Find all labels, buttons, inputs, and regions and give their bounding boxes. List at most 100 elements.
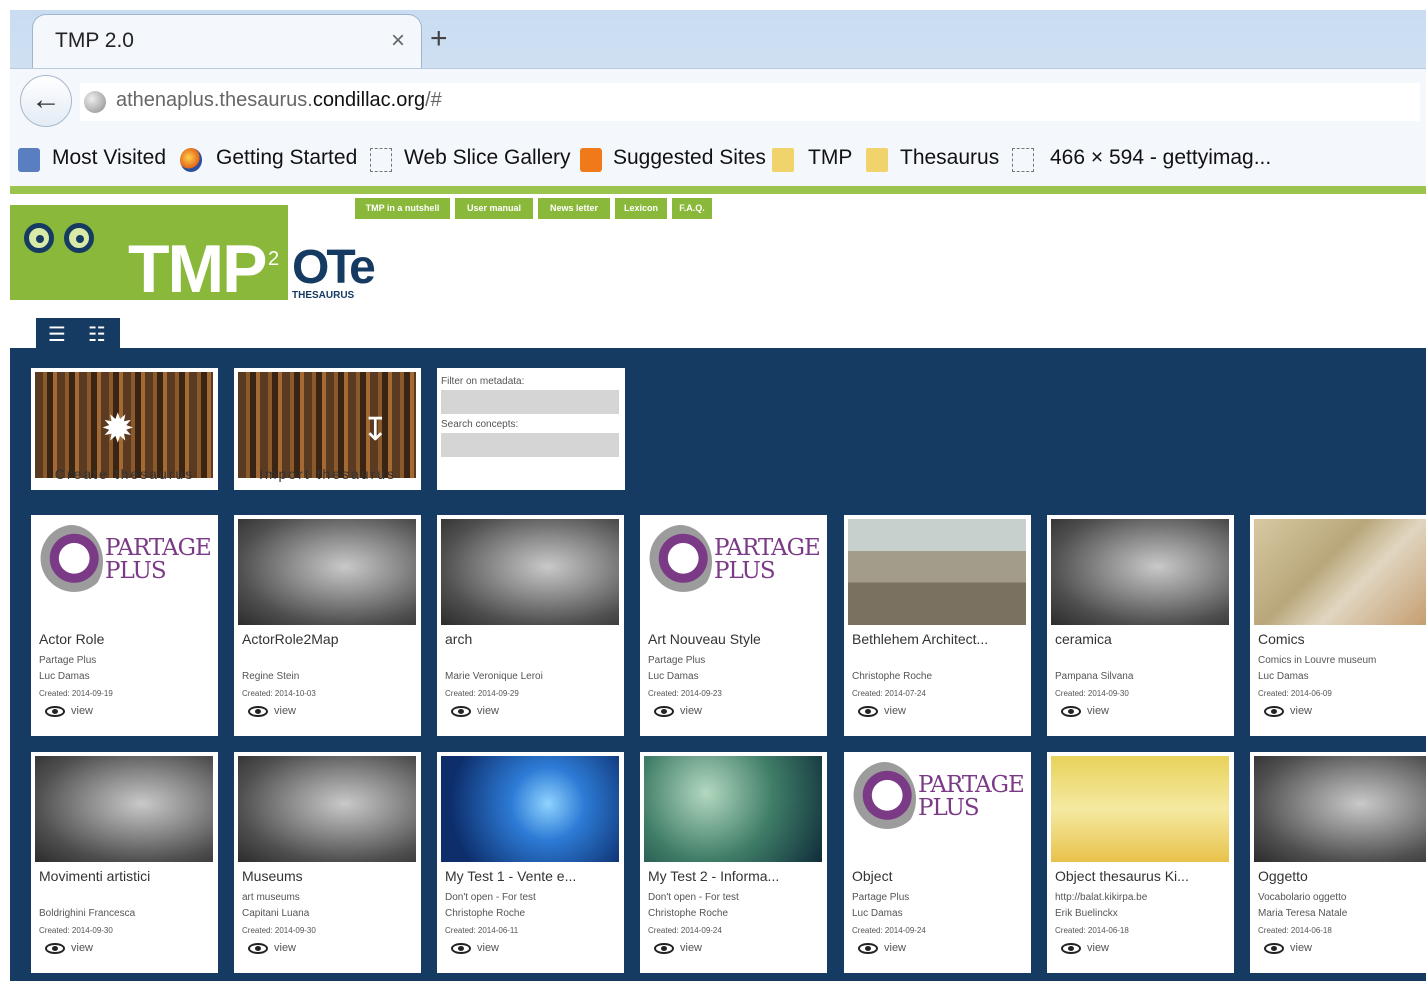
- bookmark-tmp[interactable]: TMP: [808, 146, 852, 170]
- url-text: athenaplus.thesaurus.condillac.org/#: [116, 89, 442, 111]
- view-link[interactable]: view: [858, 705, 906, 717]
- suggested-sites-icon: [580, 148, 602, 172]
- card-created-date: Created: 2014-09-23: [648, 689, 722, 698]
- filter-metadata-input[interactable]: [441, 390, 619, 414]
- thesaurus-card[interactable]: Museums art museums Capitani Luana Created:…: [234, 752, 421, 973]
- menu-faq[interactable]: F.A.Q.: [672, 198, 712, 219]
- card-created-date: Created: 2014-09-24: [648, 926, 722, 935]
- create-thesaurus-tile[interactable]: ✹ Create thesaurus: [31, 368, 218, 490]
- eye-icon: [248, 705, 268, 717]
- thesaurus-card[interactable]: Oggetto Vocabolario oggetto Maria Teresa N…: [1250, 752, 1426, 973]
- browser-tab[interactable]: TMP 2.0 ×: [32, 14, 422, 68]
- web-slice-icon: [1012, 148, 1034, 172]
- filter-label: Filter on metadata:: [441, 376, 525, 387]
- import-thesaurus-tile[interactable]: ↧ Import thesaurus: [234, 368, 421, 490]
- thesaurus-thumbnail: [1051, 519, 1229, 625]
- card-author: Regine Stein: [242, 671, 300, 682]
- close-tab-icon[interactable]: ×: [391, 27, 405, 55]
- card-description: Don't open - For test: [445, 892, 536, 903]
- partage-plus-logo-text: PARTAGE PLUS: [714, 535, 821, 584]
- menu-lexicon[interactable]: Lexicon: [615, 198, 667, 219]
- address-bar[interactable]: athenaplus.thesaurus.condillac.org/#: [80, 83, 1420, 121]
- bookmark-thesaurus[interactable]: Thesaurus: [900, 146, 999, 170]
- view-link[interactable]: view: [248, 705, 296, 717]
- card-description: art museums: [242, 892, 300, 903]
- view-link[interactable]: view: [1061, 705, 1109, 717]
- card-author: Pampana Silvana: [1055, 671, 1134, 682]
- card-title: Object: [852, 868, 893, 884]
- bookmark-web-slice-gallery[interactable]: Web Slice Gallery: [404, 146, 571, 170]
- thesaurus-card[interactable]: Bethlehem Architect... Christophe Roche Cr…: [844, 515, 1031, 736]
- web-slice-icon: [370, 148, 392, 172]
- thesaurus-card[interactable]: Movimenti artistici Boldrighini Francesca…: [31, 752, 218, 973]
- thesaurus-thumbnail: [848, 519, 1026, 625]
- view-link[interactable]: view: [451, 942, 499, 954]
- thesaurus-card[interactable]: PARTAGE PLUS Actor Role Partage Plus Luc Dam…: [31, 515, 218, 736]
- search-concepts-input[interactable]: [441, 433, 619, 457]
- books-image: [238, 372, 416, 478]
- thesaurus-card[interactable]: ActorRole2Map Regine Stein Created: 2014-1…: [234, 515, 421, 736]
- list-view-icon[interactable]: ☰: [48, 322, 66, 347]
- card-description: http://balat.kikirpa.be: [1055, 892, 1148, 903]
- view-link[interactable]: view: [858, 942, 906, 954]
- card-description: Partage Plus: [39, 655, 97, 666]
- thesaurus-card[interactable]: arch Marie Veronique Leroi Created: 2014-0…: [437, 515, 624, 736]
- tmp-logo-text: TMP: [128, 231, 268, 307]
- view-link[interactable]: view: [654, 942, 702, 954]
- globe-icon: [84, 91, 106, 113]
- card-author: Maria Teresa Natale: [1258, 908, 1348, 919]
- card-author: Capitani Luana: [242, 908, 310, 919]
- thesaurus-card[interactable]: PARTAGE PLUS Object Partage Plus Luc Damas Cr…: [844, 752, 1031, 973]
- thesaurus-card[interactable]: Object thesaurus Ki... http://balat.kikir…: [1047, 752, 1234, 973]
- card-author: Erik Buelinckx: [1055, 908, 1118, 919]
- view-link[interactable]: view: [45, 705, 93, 717]
- view-link[interactable]: view: [1264, 942, 1312, 954]
- navigation-bar: ← athenaplus.thesaurus.condillac.org/#: [10, 68, 1426, 134]
- back-arrow-icon: ←: [31, 83, 61, 116]
- partage-plus-logo-icon: [39, 525, 103, 599]
- view-link[interactable]: view: [1264, 705, 1312, 717]
- thesaurus-thumbnail: PARTAGE PLUS: [848, 756, 1026, 862]
- card-author: Christophe Roche: [852, 671, 933, 682]
- most-visited-icon: [18, 148, 40, 172]
- ote-logo-subtitle: THESAURUS: [292, 290, 355, 301]
- card-title: arch: [445, 631, 473, 647]
- bookmark-most-visited[interactable]: Most Visited: [52, 146, 166, 170]
- bookmark-getting-started[interactable]: Getting Started: [216, 146, 357, 170]
- card-created-date: Created: 2014-06-18: [1258, 926, 1332, 935]
- bookmark-suggested-sites[interactable]: Suggested Sites: [613, 146, 766, 170]
- menu-user-manual[interactable]: User manual: [455, 198, 533, 219]
- view-link[interactable]: view: [1061, 942, 1109, 954]
- thesaurus-thumbnail: [238, 756, 416, 862]
- card-created-date: Created: 2014-06-18: [1055, 926, 1129, 935]
- owl-eye-right: [64, 223, 94, 253]
- eye-icon: [858, 705, 878, 717]
- view-link[interactable]: view: [654, 705, 702, 717]
- sparkle-icon: ✹: [101, 407, 135, 451]
- tmp-logo-superscript: 2: [268, 248, 280, 270]
- view-link[interactable]: view: [451, 705, 499, 717]
- thesaurus-thumbnail: [1051, 756, 1229, 862]
- card-created-date: Created: 2014-07-24: [852, 689, 926, 698]
- back-button[interactable]: ←: [20, 75, 72, 127]
- menu-nutshell[interactable]: TMP in a nutshell: [355, 198, 450, 219]
- menu-newsletter[interactable]: News letter: [538, 198, 610, 219]
- thesaurus-card[interactable]: Comics Comics in Louvre museum Luc Damas Cr…: [1250, 515, 1426, 736]
- thesaurus-thumbnail: [1254, 756, 1426, 862]
- thesaurus-card[interactable]: My Test 1 - Vente e... Don't open - For t…: [437, 752, 624, 973]
- thesaurus-card[interactable]: ceramica Pampana Silvana Created: 2014-09-…: [1047, 515, 1234, 736]
- grid-view-icon[interactable]: ☷: [88, 322, 106, 347]
- card-created-date: Created: 2014-10-03: [242, 689, 316, 698]
- view-link[interactable]: view: [248, 942, 296, 954]
- thesaurus-card[interactable]: PARTAGE PLUS Art Nouveau Style Partage Plus…: [640, 515, 827, 736]
- card-title: Object thesaurus Ki...: [1055, 868, 1189, 884]
- view-link[interactable]: view: [45, 942, 93, 954]
- thesaurus-card[interactable]: My Test 2 - Informa... Don't open - For t…: [640, 752, 827, 973]
- new-tab-button[interactable]: +: [430, 22, 448, 56]
- eye-icon: [1061, 705, 1081, 717]
- thesaurus-thumbnail: [1254, 519, 1426, 625]
- filter-panel: Filter on metadata: Search concepts:: [437, 368, 625, 490]
- folder-icon: [866, 148, 888, 172]
- card-title: Bethlehem Architect...: [852, 631, 989, 647]
- bookmark-gettyimages[interactable]: 466 × 594 - gettyimag...: [1050, 146, 1271, 170]
